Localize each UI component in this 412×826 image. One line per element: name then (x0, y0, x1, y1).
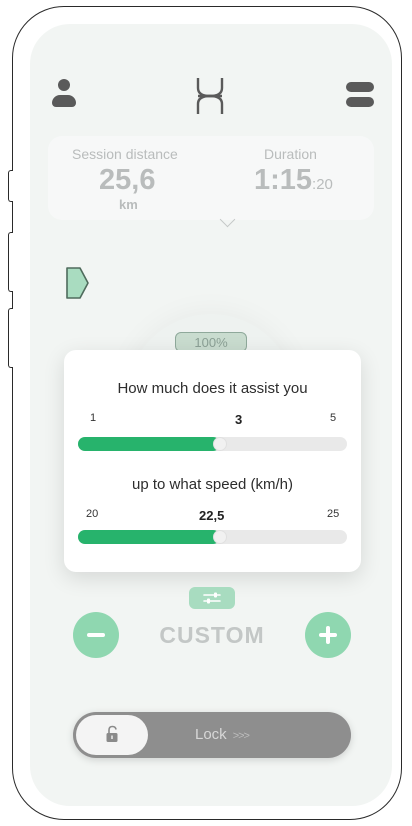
duration-value: 1:15:20 (254, 164, 333, 197)
assist-question: How much does it assist you (117, 380, 308, 397)
distance-unit: km (119, 197, 138, 212)
lock-knob[interactable] (76, 715, 148, 755)
minus-icon[interactable] (73, 612, 119, 658)
speed-slider-thumb[interactable] (213, 530, 227, 544)
chevron-down-icon[interactable] (219, 211, 236, 228)
lock-text: Lock (195, 726, 227, 743)
mode-label: CUSTOM (159, 622, 265, 648)
duration-label: Duration (264, 146, 317, 162)
assist-slider-thumb[interactable] (213, 437, 227, 451)
sliders-icon[interactable] (189, 587, 235, 609)
assist-max: 5 (330, 412, 337, 424)
assist-slider[interactable] (78, 437, 347, 451)
speed-max: 25 (327, 508, 340, 520)
tag-icon[interactable] (64, 266, 90, 305)
session-stats-card[interactable]: Session distance 25,6 km Duration 1:15:2… (48, 136, 374, 228)
menu-icon[interactable] (346, 82, 374, 108)
assist-slider-fill (78, 437, 220, 451)
distance-value: 25,6 (99, 164, 156, 196)
speed-question: up to what speed (km/h) (132, 476, 293, 493)
duration-seconds: :20 (312, 176, 333, 193)
brand-logo-icon (195, 76, 225, 116)
lock-label: Lock >>> (195, 726, 250, 743)
phone-side-button (8, 170, 13, 202)
phone-side-button (8, 232, 13, 292)
assist-settings-popup: How much does it assist you 1 3 5 up to … (64, 350, 361, 572)
assist-min: 1 (90, 412, 97, 424)
lock-arrows: >>> (232, 730, 250, 742)
speed-min: 20 (86, 508, 99, 520)
distance-label: Session distance (72, 146, 178, 162)
unlock-icon (106, 725, 118, 742)
speed-slider[interactable] (78, 530, 347, 544)
speed-current: 22,5 (199, 508, 225, 523)
app-screen: Session distance 25,6 km Duration 1:15:2… (30, 24, 392, 806)
phone-side-button (8, 308, 13, 368)
assist-current: 3 (235, 412, 243, 427)
lock-slider[interactable]: Lock >>> (73, 712, 351, 758)
battery-badge: 100% (175, 332, 247, 352)
plus-icon[interactable] (305, 612, 351, 658)
user-icon[interactable] (50, 79, 78, 111)
speed-slider-fill (78, 530, 220, 544)
duration-main: 1:15 (254, 164, 313, 196)
